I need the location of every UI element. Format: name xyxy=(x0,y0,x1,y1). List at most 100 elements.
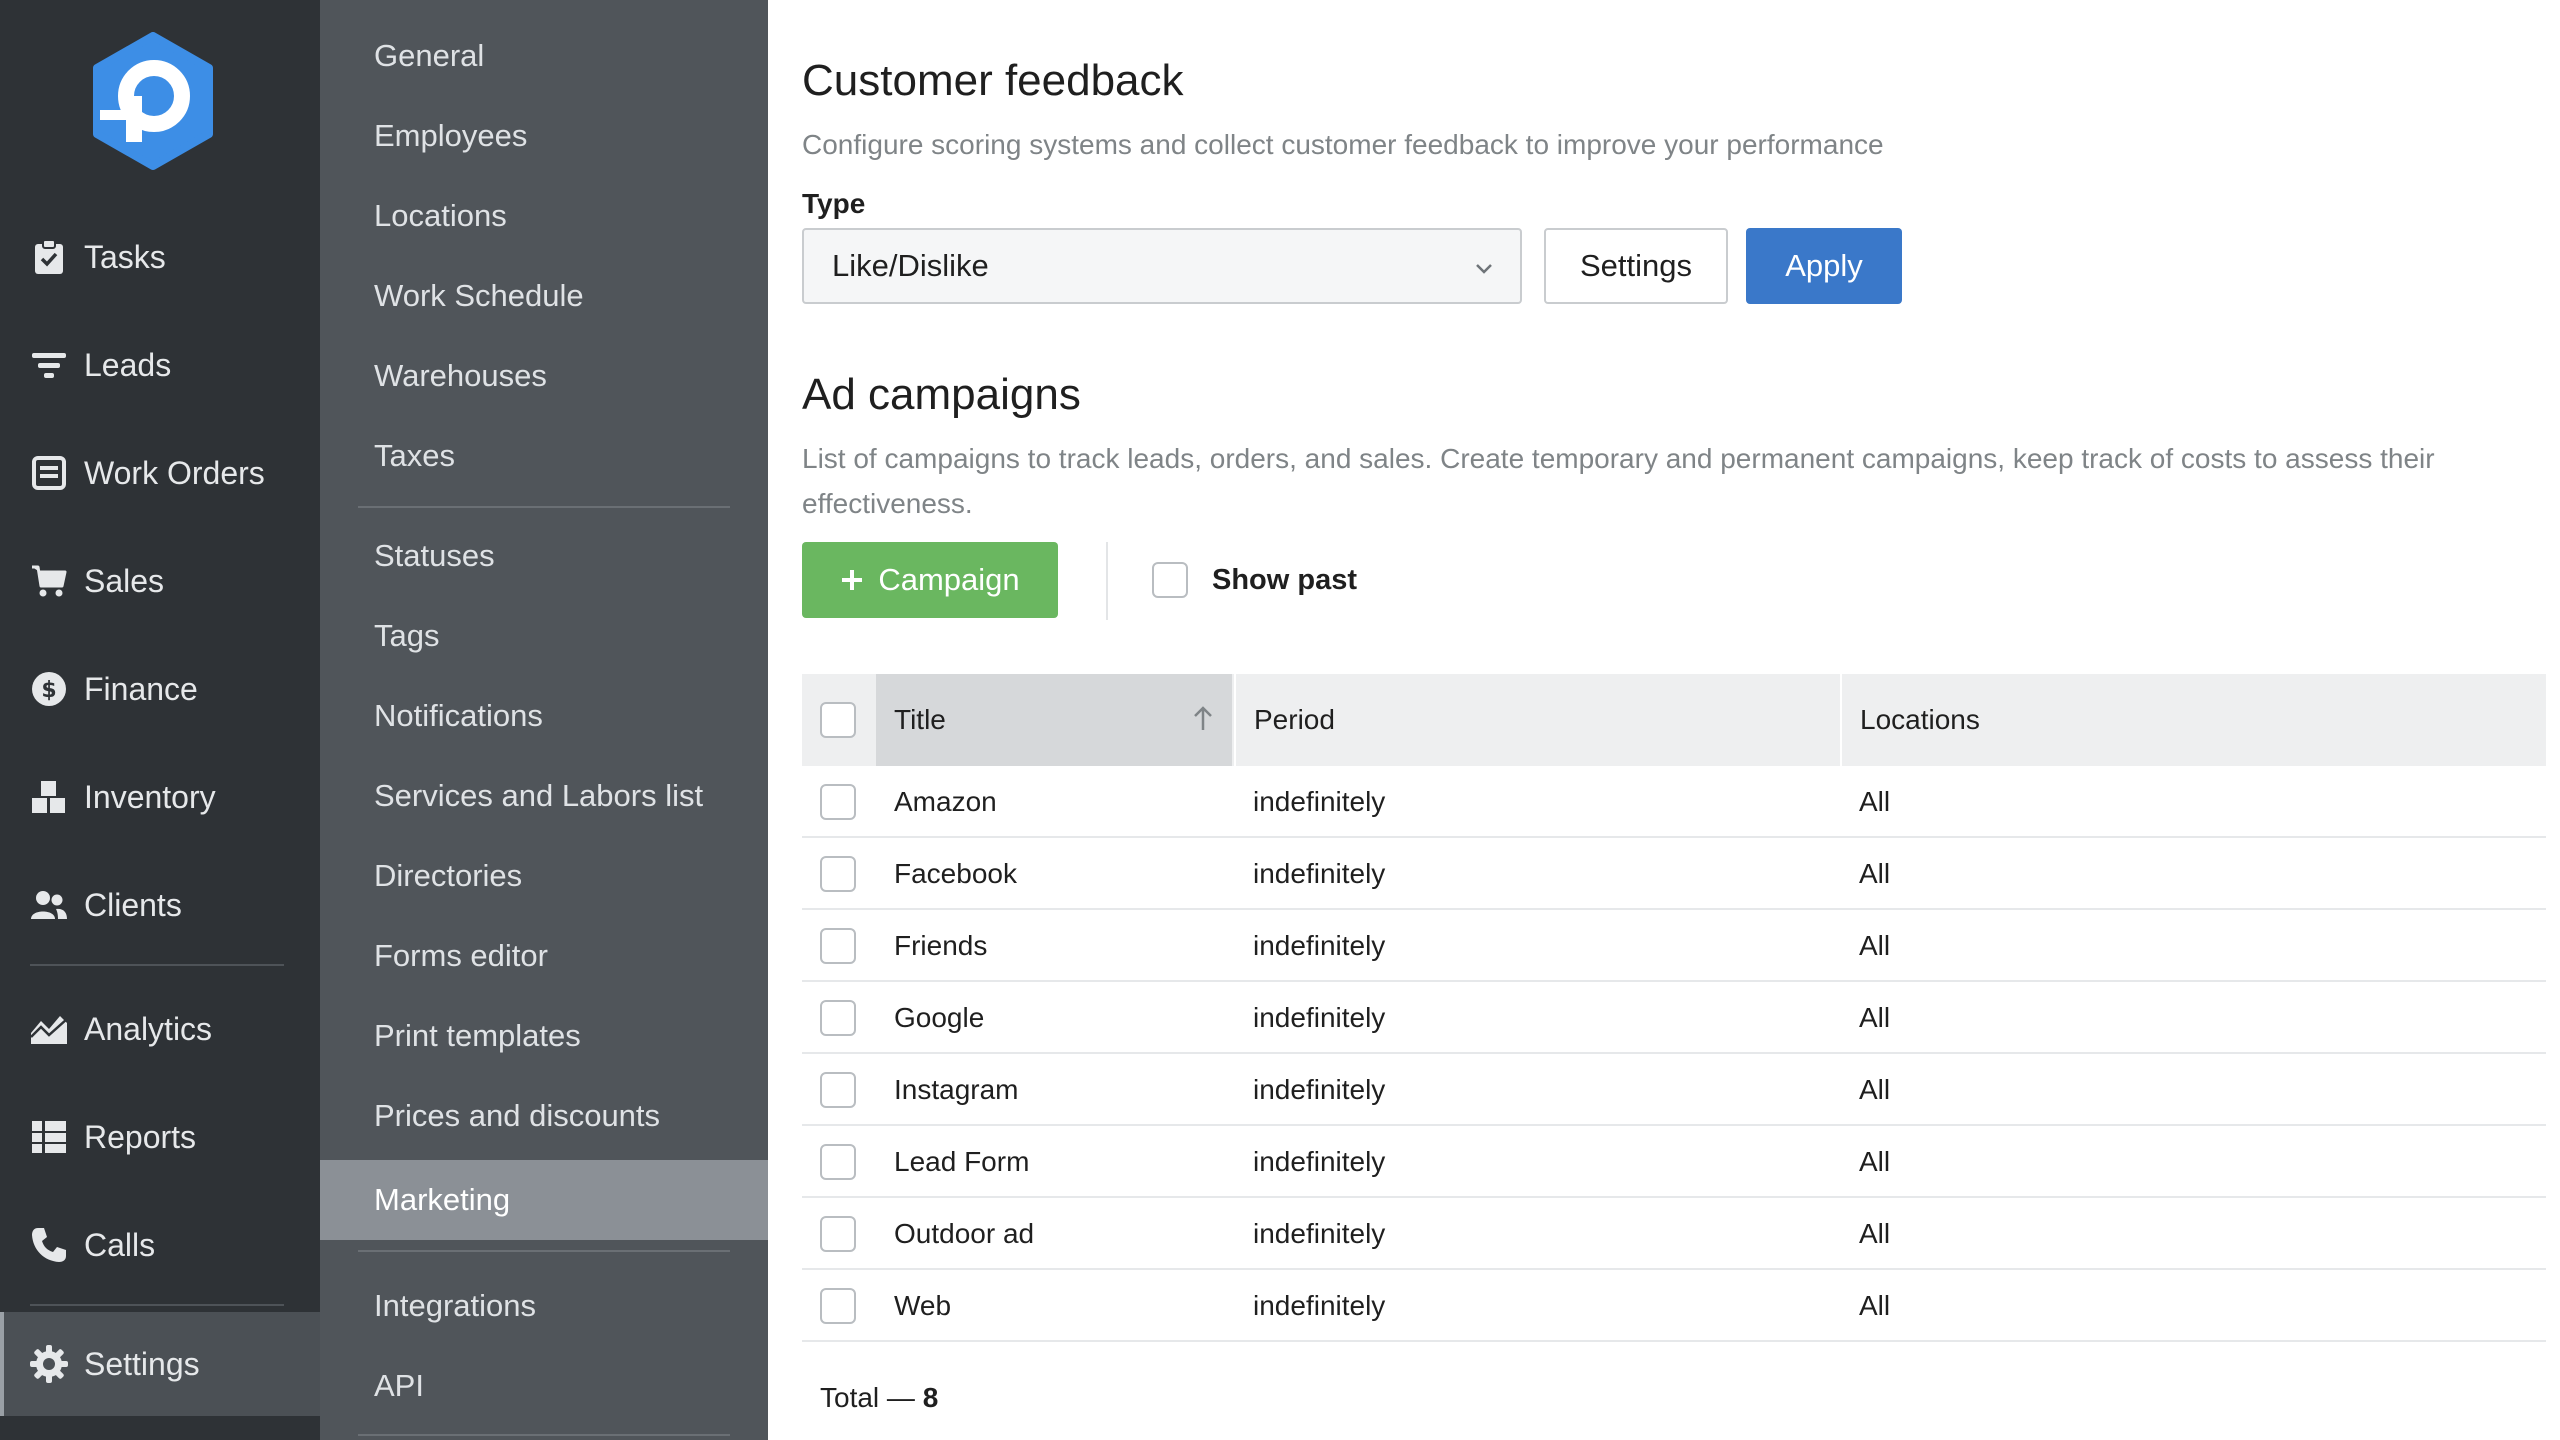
nav-item-tasks[interactable]: Tasks xyxy=(0,212,320,302)
nav-divider xyxy=(30,1304,284,1306)
ad-campaigns-title: Ad campaigns xyxy=(802,370,1081,419)
nav-item-sales[interactable]: Sales xyxy=(0,536,320,626)
table-row[interactable]: Google indefinitely All xyxy=(802,982,2546,1054)
main-content: Customer feedback Configure scoring syst… xyxy=(768,0,2560,1440)
nav-item-leads[interactable]: Leads xyxy=(0,320,320,410)
row-checkbox[interactable] xyxy=(820,856,856,892)
row-checkbox-cell xyxy=(802,1270,874,1342)
submenu-item-warehouses[interactable]: Warehouses xyxy=(320,336,768,416)
dollar-icon: $ xyxy=(30,670,68,708)
customer-feedback-title: Customer feedback xyxy=(802,56,1184,105)
table-row[interactable]: Instagram indefinitely All xyxy=(802,1054,2546,1126)
nav-item-inventory[interactable]: Inventory xyxy=(0,752,320,842)
row-checkbox-cell xyxy=(802,766,874,838)
table-row[interactable]: Web indefinitely All xyxy=(802,1270,2546,1342)
show-past-toggle[interactable]: Show past xyxy=(1152,562,1357,598)
type-select[interactable]: Like/Dislike xyxy=(802,228,1522,304)
chevron-down-icon xyxy=(1476,264,1492,274)
table-row[interactable]: Friends indefinitely All xyxy=(802,910,2546,982)
submenu-item-statuses[interactable]: Statuses xyxy=(320,516,768,596)
table-row[interactable]: Facebook indefinitely All xyxy=(802,838,2546,910)
nav-item-label: Leads xyxy=(84,346,172,383)
submenu-item-print-templates[interactable]: Print templates xyxy=(320,996,768,1076)
cell-period: indefinitely xyxy=(1253,930,1386,961)
submenu-item-integrations[interactable]: Integrations xyxy=(320,1266,768,1346)
app-logo[interactable] xyxy=(88,32,218,172)
ad-campaigns-description: List of campaigns to track leads, orders… xyxy=(802,436,2435,526)
submenu-item-locations[interactable]: Locations xyxy=(320,176,768,256)
column-header-title-label: Title xyxy=(894,704,946,735)
cell-title: Amazon xyxy=(894,786,997,817)
chart-icon xyxy=(30,1010,68,1048)
cell-period: indefinitely xyxy=(1253,1290,1386,1321)
users-icon xyxy=(30,886,68,924)
show-past-checkbox[interactable] xyxy=(1152,562,1188,598)
table-row[interactable]: Amazon indefinitely All xyxy=(802,766,2546,838)
column-header-period[interactable]: Period xyxy=(1234,674,1838,766)
submenu-item-services-labors[interactable]: Services and Labors list xyxy=(320,756,768,836)
submenu-divider xyxy=(358,1434,730,1436)
main-nav: Tasks Leads Work Orders Sales $ Finance … xyxy=(0,0,320,1440)
submenu-item-taxes[interactable]: Taxes xyxy=(320,416,768,496)
row-checkbox[interactable] xyxy=(820,1000,856,1036)
submenu-item-prices-discounts[interactable]: Prices and discounts xyxy=(320,1076,768,1156)
nav-item-finance[interactable]: $ Finance xyxy=(0,644,320,734)
sort-ascending-icon xyxy=(1194,706,1212,730)
ad-campaigns-description-line: List of campaigns to track leads, orders… xyxy=(802,443,2435,474)
table-row[interactable]: Lead Form indefinitely All xyxy=(802,1126,2546,1198)
submenu-item-work-schedule[interactable]: Work Schedule xyxy=(320,256,768,336)
nav-item-label: Finance xyxy=(84,670,198,707)
row-checkbox[interactable] xyxy=(820,1144,856,1180)
row-checkbox[interactable] xyxy=(820,1216,856,1252)
cell-locations: All xyxy=(1859,1218,1891,1249)
nav-item-settings[interactable]: Settings xyxy=(0,1312,320,1416)
cell-period: indefinitely xyxy=(1253,1074,1386,1105)
submenu-item-forms-editor[interactable]: Forms editor xyxy=(320,916,768,996)
table-row[interactable]: Outdoor ad indefinitely All xyxy=(802,1198,2546,1270)
cell-title: Instagram xyxy=(894,1074,1019,1105)
funnel-icon xyxy=(30,346,68,384)
cell-period: indefinitely xyxy=(1253,786,1386,817)
column-header-locations[interactable]: Locations xyxy=(1840,674,2546,766)
ad-campaigns-description-line: effectiveness. xyxy=(802,488,973,519)
row-checkbox-cell xyxy=(802,910,874,982)
nav-item-clients[interactable]: Clients xyxy=(0,860,320,950)
nav-item-reports[interactable]: Reports xyxy=(0,1092,320,1182)
row-checkbox[interactable] xyxy=(820,784,856,820)
submenu-item-tags[interactable]: Tags xyxy=(320,596,768,676)
cart-icon xyxy=(30,562,68,600)
row-checkbox-cell xyxy=(802,1198,874,1270)
submenu-item-marketing[interactable]: Marketing xyxy=(320,1160,768,1240)
nav-item-label: Analytics xyxy=(84,1010,213,1047)
apply-button[interactable]: Apply xyxy=(1746,228,1902,304)
cell-period: indefinitely xyxy=(1253,1002,1386,1033)
row-checkbox-cell xyxy=(802,838,874,910)
submenu-item-directories[interactable]: Directories xyxy=(320,836,768,916)
nav-divider xyxy=(30,964,284,966)
row-checkbox[interactable] xyxy=(820,928,856,964)
select-all-checkbox[interactable] xyxy=(820,702,856,738)
submenu-item-notifications[interactable]: Notifications xyxy=(320,676,768,756)
cell-title: Outdoor ad xyxy=(894,1218,1035,1249)
nav-item-calls[interactable]: Calls xyxy=(0,1200,320,1290)
add-campaign-button[interactable]: Campaign xyxy=(802,542,1058,618)
row-checkbox[interactable] xyxy=(820,1288,856,1324)
type-label: Type xyxy=(802,188,866,219)
feedback-settings-button[interactable]: Settings xyxy=(1544,228,1728,304)
table-total: Total — 8 xyxy=(820,1382,938,1414)
submenu-item-api[interactable]: API xyxy=(320,1346,768,1426)
toolbar-divider xyxy=(1106,542,1108,620)
cell-locations: All xyxy=(1859,858,1891,889)
boxes-icon xyxy=(30,778,68,816)
submenu-divider xyxy=(358,1250,730,1252)
submenu-item-general[interactable]: General xyxy=(320,16,768,96)
submenu-item-employees[interactable]: Employees xyxy=(320,96,768,176)
row-checkbox[interactable] xyxy=(820,1072,856,1108)
cell-locations: All xyxy=(1859,1146,1891,1177)
column-header-title[interactable]: Title xyxy=(876,674,1232,766)
cell-locations: All xyxy=(1859,786,1891,817)
nav-item-label: Inventory xyxy=(84,778,216,815)
nav-item-work-orders[interactable]: Work Orders xyxy=(0,428,320,518)
campaigns-table: Title Period Locations Amazon indefinite… xyxy=(802,674,2546,1342)
nav-item-analytics[interactable]: Analytics xyxy=(0,984,320,1074)
